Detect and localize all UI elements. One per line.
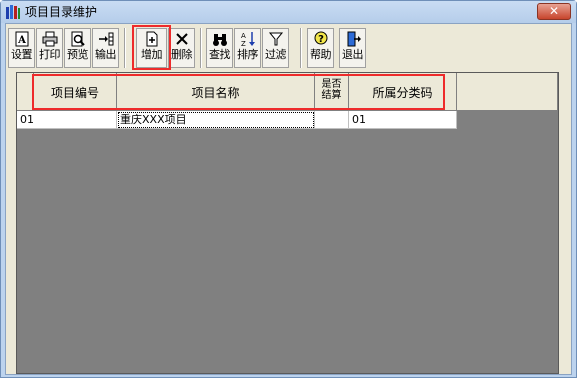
magnifier-page-icon	[71, 31, 85, 47]
delete-label: 删除	[171, 48, 193, 61]
find-button[interactable]: 查找	[206, 28, 233, 68]
print-label: 打印	[39, 48, 61, 61]
svg-text:?: ?	[318, 34, 324, 45]
preview-label: 预览	[67, 48, 89, 61]
window-title: 项目目录维护	[25, 5, 98, 19]
exit-label: 退出	[342, 48, 364, 61]
header-highlight	[32, 74, 445, 110]
cell-settled[interactable]	[315, 111, 349, 129]
delete-button[interactable]: 删除	[168, 28, 195, 68]
column-header-empty	[457, 73, 558, 111]
settings-button[interactable]: A 设置	[8, 28, 35, 68]
exit-button[interactable]: 退出	[339, 28, 366, 68]
export-button[interactable]: 输出	[92, 28, 119, 68]
toolbar-separator	[124, 28, 126, 68]
client-area: A 设置 打印 预览 输出 增加 删除 查找 A Z 排序 过滤 ? 帮助 退出…	[5, 23, 572, 375]
toolbar: A 设置 打印 预览 输出 增加 删除 查找 A Z 排序 过滤 ? 帮助 退出	[6, 24, 571, 70]
close-button[interactable]: ✕	[537, 3, 571, 20]
funnel-icon	[268, 32, 283, 46]
sort-button[interactable]: AZ 排序	[234, 28, 261, 68]
sort-label: 排序	[237, 48, 259, 61]
help-button[interactable]: ? 帮助	[307, 28, 334, 68]
print-button[interactable]: 打印	[36, 28, 63, 68]
app-window: 项目目录维护 ✕ A 设置 打印 预览 输出 增加 删除 查找 A Z 排序 过…	[0, 0, 577, 378]
binoculars-icon	[212, 34, 227, 46]
filter-button[interactable]: 过滤	[262, 28, 289, 68]
toolbar-separator	[200, 28, 202, 68]
cell-code[interactable]: 01	[17, 111, 117, 129]
cell-name[interactable]: 重庆XXX项目	[117, 111, 315, 129]
preview-button[interactable]: 预览	[64, 28, 91, 68]
export-label: 输出	[95, 48, 117, 61]
delete-x-icon	[175, 33, 188, 45]
help-question-icon: ?	[314, 31, 327, 45]
add-button-highlight	[132, 25, 171, 70]
data-grid[interactable]: 项目编号 项目名称 是否 结算 所属分类码 01 重庆XXX项目 01	[16, 72, 559, 374]
sort-az-icon: AZ	[241, 32, 255, 47]
page-setup-icon: A	[15, 31, 28, 47]
printer-icon	[42, 31, 57, 47]
svg-text:A: A	[241, 32, 246, 40]
svg-text:Z: Z	[241, 40, 246, 47]
cell-category[interactable]: 01	[349, 111, 457, 129]
settings-label: 设置	[11, 48, 33, 61]
app-books-icon	[6, 5, 20, 19]
export-arrow-icon	[98, 32, 113, 46]
toolbar-separator	[300, 28, 302, 68]
find-label: 查找	[209, 48, 231, 61]
svg-text:A: A	[17, 35, 26, 46]
title-bar[interactable]: 项目目录维护 ✕	[1, 1, 576, 23]
exit-door-icon	[347, 31, 361, 47]
help-label: 帮助	[310, 48, 332, 61]
filter-label: 过滤	[265, 48, 287, 61]
